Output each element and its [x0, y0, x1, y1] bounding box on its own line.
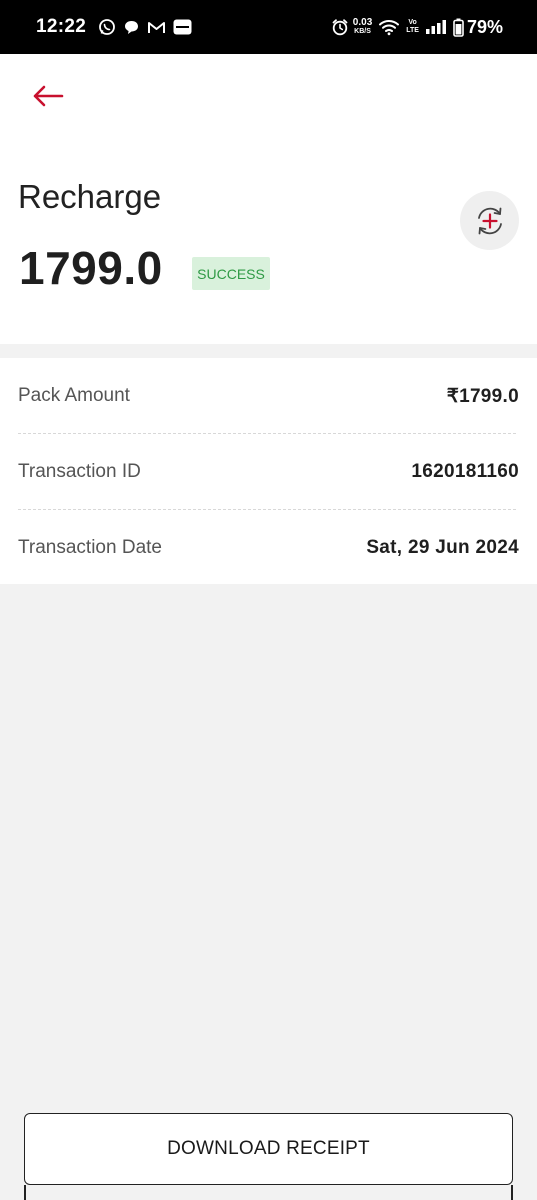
transaction-id-value: 1620181160 [411, 461, 519, 482]
pack-amount-label: Pack Amount [18, 385, 130, 406]
status-bar: 12:22 0.03 KB/S Vo LTE 79% [0, 0, 537, 54]
download-receipt-button[interactable]: DOWNLOAD RECEIPT [24, 1113, 513, 1185]
repeat-recharge-icon [477, 207, 502, 234]
notification-icons [98, 18, 199, 36]
transaction-date-row: Transaction Date Sat, 29 Jun 2024 [18, 528, 519, 568]
transaction-id-row: Transaction ID 1620181160 [18, 452, 519, 492]
wifi-icon [378, 18, 400, 36]
chat-icon [123, 19, 140, 36]
row-divider [18, 509, 516, 510]
status-badge: SUCCESS [192, 257, 270, 290]
battery-percent: 79% [466, 16, 503, 37]
volte-top: Vo [408, 19, 417, 26]
volte-indicator: Vo LTE [406, 19, 419, 35]
system-icons: 0.03 KB/S Vo LTE 79% [325, 17, 503, 38]
bottom-edge-line [24, 1185, 26, 1200]
back-arrow-icon [33, 85, 64, 107]
transaction-details: Pack Amount ₹1799.0 Transaction ID 16201… [0, 358, 537, 584]
bottom-edge-line [511, 1185, 513, 1200]
net-speed-unit: KB/S [354, 28, 371, 35]
pack-amount-value: ₹1799.0 [446, 385, 519, 407]
battery-icon [453, 18, 464, 37]
transaction-header: Recharge 1799.0 SUCCESS [0, 54, 537, 344]
back-button[interactable] [28, 78, 68, 114]
whatsapp-icon [98, 18, 116, 36]
status-time: 12:22 [36, 16, 87, 37]
net-speed-value: 0.03 [352, 17, 373, 28]
volte-bottom: LTE [406, 27, 419, 34]
signal-icon [425, 19, 447, 35]
row-divider [18, 433, 516, 434]
transaction-id-label: Transaction ID [18, 461, 141, 482]
transaction-date-value: Sat, 29 Jun 2024 [366, 537, 519, 558]
gmail-icon [147, 20, 166, 35]
pack-amount-row: Pack Amount ₹1799.0 [18, 376, 519, 416]
transaction-date-label: Transaction Date [18, 537, 162, 558]
net-speed: 0.03 KB/S [353, 18, 372, 36]
transaction-amount: 1799.0 [19, 242, 163, 294]
page-title: Recharge [18, 178, 162, 215]
alarm-icon [331, 18, 349, 36]
paytm-icon [173, 19, 192, 35]
repeat-recharge-button[interactable] [460, 191, 519, 250]
